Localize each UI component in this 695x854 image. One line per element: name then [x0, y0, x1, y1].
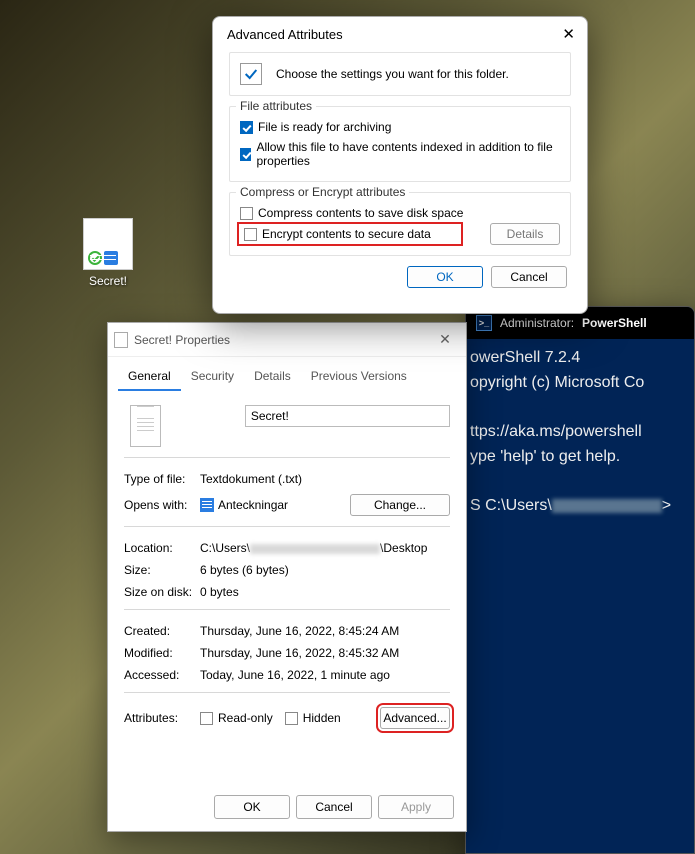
advanced-footer: OK Cancel — [229, 266, 571, 288]
ps-title-prefix: Administrator: — [500, 316, 574, 330]
created-label: Created: — [124, 624, 200, 638]
powershell-terminal[interactable]: owerShell 7.2.4 opyright (c) Microsoft C… — [466, 339, 694, 524]
file-icon — [83, 218, 133, 270]
type-value: Textdokument (.txt) — [200, 472, 450, 486]
checkbox-checked-icon — [240, 121, 253, 134]
properties-titlebar[interactable]: Secret! Properties ✕ — [108, 323, 466, 357]
modified-label: Modified: — [124, 646, 200, 660]
checkbox-checked-icon — [240, 148, 251, 161]
tab-previous-versions[interactable]: Previous Versions — [301, 365, 417, 391]
close-icon[interactable]: ✕ — [430, 331, 460, 348]
checkbox-icon — [244, 228, 257, 241]
powershell-window[interactable]: >_ Administrator: PowerShell owerShell 7… — [465, 306, 695, 854]
cancel-button[interactable]: Cancel — [491, 266, 567, 288]
advanced-intro: Choose the settings you want for this fo… — [229, 52, 571, 96]
opens-with-label: Opens with: — [124, 498, 200, 512]
location-label: Location: — [124, 541, 200, 555]
hidden-checkbox[interactable]: Hidden — [285, 711, 341, 725]
ok-button[interactable]: OK — [214, 795, 290, 819]
location-value: C:\Users\xxxxxxxxxx\Desktop — [200, 541, 450, 555]
advanced-titlebar[interactable]: Advanced Attributes ✕ — [213, 17, 587, 50]
checkbox-icon — [240, 207, 253, 220]
notepad-overlay-icon — [104, 251, 118, 265]
size-on-disk-label: Size on disk: — [124, 585, 200, 599]
checkbox-icon — [200, 712, 213, 725]
details-button[interactable]: Details — [490, 223, 560, 245]
accessed-label: Accessed: — [124, 668, 200, 682]
readonly-checkbox[interactable]: Read-only — [200, 711, 273, 725]
desktop-file-icon[interactable]: Secret! — [75, 218, 141, 288]
tab-general[interactable]: General — [118, 365, 181, 391]
properties-title-text: Secret! Properties — [134, 333, 230, 347]
properties-dialog[interactable]: Secret! Properties ✕ General Security De… — [107, 322, 467, 832]
checkbox-icon — [285, 712, 298, 725]
advanced-title-text: Advanced Attributes — [227, 27, 343, 42]
encrypt-checkbox[interactable]: Encrypt contents to secure data — [240, 225, 460, 243]
properties-footer: OK Cancel Apply — [120, 795, 454, 819]
sync-ok-icon — [88, 251, 102, 265]
indexing-checkbox[interactable]: Allow this file to have contents indexed… — [240, 137, 560, 171]
desktop-file-label: Secret! — [75, 274, 141, 288]
advanced-attributes-dialog[interactable]: Advanced Attributes ✕ Choose the setting… — [212, 16, 588, 314]
apply-button[interactable]: Apply — [378, 795, 454, 819]
compress-encrypt-legend: Compress or Encrypt attributes — [236, 185, 409, 199]
powershell-icon: >_ — [476, 315, 492, 331]
filename-input[interactable] — [245, 405, 450, 427]
size-on-disk-value: 0 bytes — [200, 585, 450, 599]
tab-details[interactable]: Details — [244, 365, 301, 391]
accessed-value: Today, June 16, 2022, 1 minute ago — [200, 668, 450, 682]
cancel-button[interactable]: Cancel — [296, 795, 372, 819]
close-icon[interactable]: ✕ — [562, 27, 575, 42]
tab-security[interactable]: Security — [181, 365, 244, 391]
ok-button[interactable]: OK — [407, 266, 483, 288]
file-attributes-legend: File attributes — [236, 99, 316, 113]
checkmark-icon — [240, 63, 262, 85]
attributes-label: Attributes: — [124, 711, 200, 725]
created-value: Thursday, June 16, 2022, 8:45:24 AM — [200, 624, 450, 638]
compress-checkbox[interactable]: Compress contents to save disk space — [240, 203, 560, 223]
compress-encrypt-group: Compress or Encrypt attributes Compress … — [229, 192, 571, 256]
advanced-button[interactable]: Advanced... — [380, 707, 450, 729]
opens-with-value: Anteckningar — [200, 498, 350, 513]
type-label: Type of file: — [124, 472, 200, 486]
file-attributes-group: File attributes File is ready for archiv… — [229, 106, 571, 182]
ps-title-app: PowerShell — [582, 316, 647, 330]
properties-tabs: General Security Details Previous Versio… — [108, 357, 466, 391]
size-label: Size: — [124, 563, 200, 577]
change-button[interactable]: Change... — [350, 494, 450, 516]
file-large-icon — [130, 405, 161, 447]
notepad-icon — [200, 498, 214, 512]
size-value: 6 bytes (6 bytes) — [200, 563, 450, 577]
document-icon — [114, 332, 128, 348]
modified-value: Thursday, June 16, 2022, 8:45:32 AM — [200, 646, 450, 660]
archiving-checkbox[interactable]: File is ready for archiving — [240, 117, 560, 137]
